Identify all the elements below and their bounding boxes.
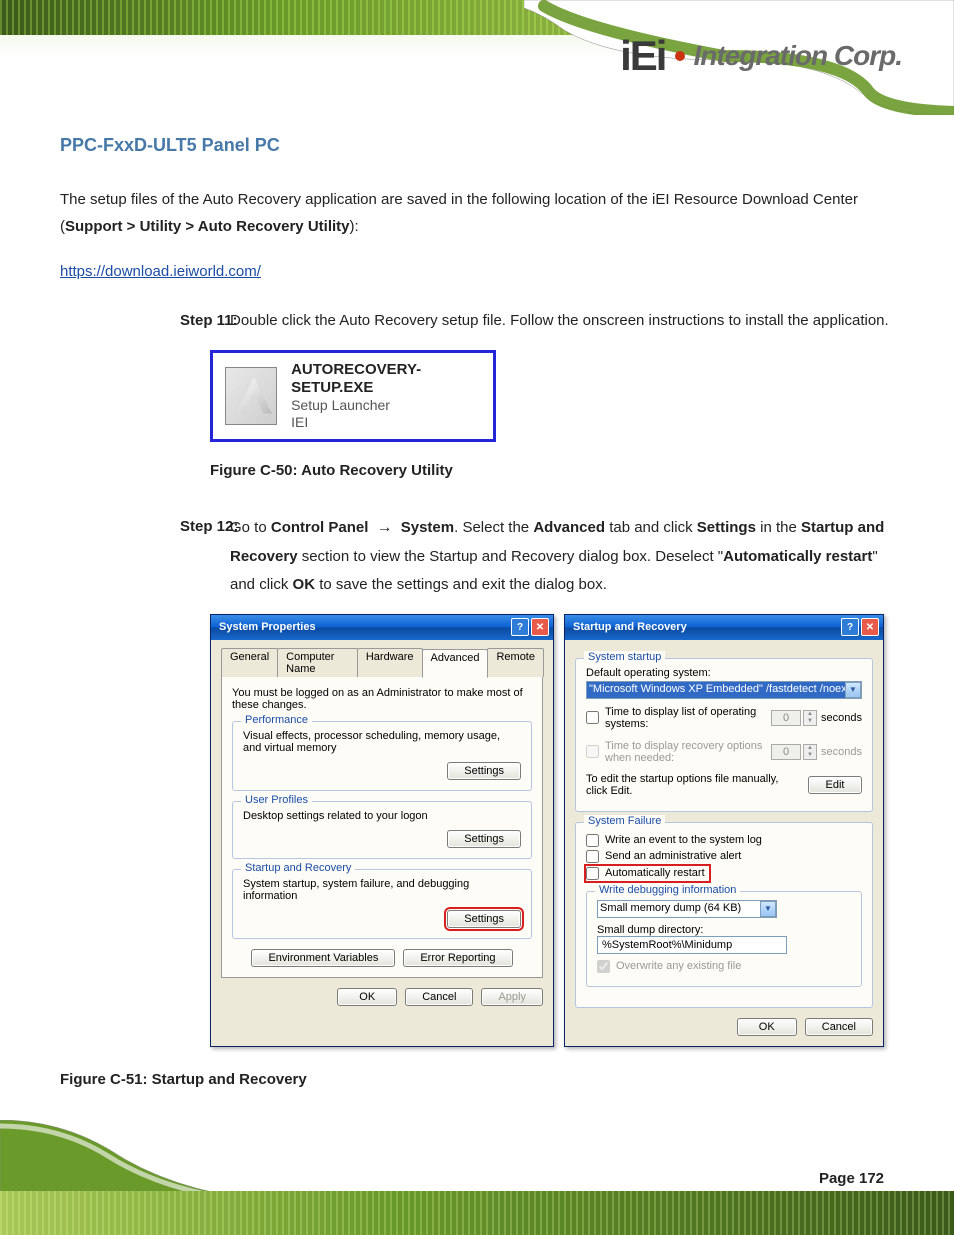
intro-path: Support > Utility > Auto Recovery Utilit… (65, 218, 350, 235)
startup-recovery-group: Startup and Recovery System startup, sys… (232, 869, 532, 939)
system-startup-group: System startup Default operating system:… (575, 658, 873, 812)
startup-titlebar: Startup and Recovery ? ✕ (565, 615, 883, 640)
logo-subtitle: Integration Corp. (693, 40, 902, 72)
page-footer: Page 172 (0, 1120, 954, 1235)
setup-launcher-icon (225, 367, 277, 425)
setup-launcher-item[interactable]: AUTORECOVERY-SETUP.EXE Setup Launcher IE… (210, 350, 496, 442)
performance-group: Performance Visual effects, processor sc… (232, 721, 532, 791)
step-11-number: Step 11: (180, 307, 238, 336)
overwrite-checkbox: Overwrite any existing file (597, 960, 851, 973)
dump-dir-label: Small dump directory: (597, 924, 851, 936)
arrow-icon: → (373, 513, 397, 543)
sysprop-title: System Properties (219, 621, 316, 633)
step-12-number: Step 12: (180, 513, 238, 542)
env-vars-button[interactable]: Environment Variables (251, 949, 395, 967)
user-profiles-legend: User Profiles (241, 794, 312, 806)
dump-dir-input[interactable] (597, 936, 787, 954)
edit-button[interactable]: Edit (808, 776, 862, 794)
time-list-checkbox[interactable]: Time to display list of operating system… (586, 706, 765, 730)
help-icon[interactable]: ? (841, 618, 859, 636)
intro-paragraph: The setup files of the Auto Recovery app… (60, 186, 894, 240)
performance-settings-button[interactable]: Settings (447, 762, 521, 780)
launcher-filename: AUTORECOVERY-SETUP.EXE (291, 361, 481, 397)
logo-dot-icon (675, 51, 685, 61)
edit-line-text: To edit the startup options file manuall… (586, 773, 802, 797)
tab-computer-name[interactable]: Computer Name (277, 648, 358, 677)
download-url: https://download.ieiworld.com/ (60, 258, 894, 285)
performance-legend: Performance (241, 714, 312, 726)
default-os-label: Default operating system: (586, 667, 862, 679)
error-reporting-button[interactable]: Error Reporting (403, 949, 512, 967)
write-debug-legend: Write debugging information (595, 884, 740, 896)
tab-general[interactable]: General (221, 648, 278, 677)
sysprop-ok-button[interactable]: OK (337, 988, 397, 1006)
intro-post: ): (350, 218, 359, 235)
time-recovery-checkbox: Time to display recovery options when ne… (586, 740, 765, 764)
startup-recovery-settings-button[interactable]: Settings (447, 910, 521, 928)
tab-remote[interactable]: Remote (487, 648, 544, 677)
launcher-line3: IEI (291, 414, 481, 431)
startup-recovery-dialog: Startup and Recovery ? ✕ System startup … (564, 614, 884, 1047)
launcher-line2: Setup Launcher (291, 397, 481, 414)
chevron-down-icon[interactable]: ▼ (845, 682, 861, 698)
startup-recovery-text: System startup, system failure, and debu… (243, 878, 521, 902)
sysprop-note: You must be logged on as an Administrato… (232, 687, 532, 711)
time-recovery-spinner: ▲▼ (771, 744, 817, 760)
document-title: PPC-FxxD-ULT5 Panel PC (60, 135, 894, 156)
logo-text: iEi (620, 32, 665, 80)
system-failure-group: System Failure Write an event to the sys… (575, 822, 873, 1008)
logo: iEi Integration Corp. (620, 32, 902, 80)
startup-recovery-legend: Startup and Recovery (241, 862, 355, 874)
close-icon[interactable]: ✕ (531, 618, 549, 636)
user-profiles-group: User Profiles Desktop settings related t… (232, 801, 532, 859)
time-list-spinner[interactable]: ▲▼ (771, 710, 817, 726)
auto-restart-highlight: Automatically restart (586, 866, 709, 881)
page-content: PPC-FxxD-ULT5 Panel PC The setup files o… (0, 115, 954, 1088)
step-11: Step 11: Double click the Auto Recovery … (60, 307, 894, 336)
figure-50: AUTORECOVERY-SETUP.EXE Setup Launcher IE… (210, 350, 894, 479)
send-alert-checkbox[interactable]: Send an administrative alert (586, 850, 862, 863)
auto-restart-checkbox[interactable]: Automatically restart (586, 867, 705, 880)
figure-51-caption: Figure C-51: Startup and Recovery (60, 1071, 894, 1088)
startup-cancel-button[interactable]: Cancel (805, 1018, 873, 1036)
sysprop-tabs: General Computer Name Hardware Advanced … (221, 648, 543, 677)
help-icon[interactable]: ? (511, 618, 529, 636)
system-startup-legend: System startup (584, 651, 665, 663)
footer-green-strip (0, 1191, 954, 1235)
tab-advanced[interactable]: Advanced (422, 649, 489, 678)
startup-title: Startup and Recovery (573, 621, 687, 633)
performance-text: Visual effects, processor scheduling, me… (243, 730, 521, 754)
close-icon[interactable]: ✕ (861, 618, 879, 636)
write-event-checkbox[interactable]: Write an event to the system log (586, 834, 862, 847)
page-number: Page 172 (819, 1170, 884, 1187)
system-failure-legend: System Failure (584, 815, 665, 827)
setup-launcher-text: AUTORECOVERY-SETUP.EXE Setup Launcher IE… (291, 361, 481, 431)
sysprop-apply-button: Apply (481, 988, 543, 1006)
dump-type-select[interactable]: Small memory dump (64 KB) (597, 900, 777, 918)
step-11-text: Double click the Auto Recovery setup fil… (230, 312, 889, 329)
sysprop-titlebar: System Properties ? ✕ (211, 615, 553, 640)
chevron-down-icon[interactable]: ▼ (760, 901, 776, 917)
user-profiles-text: Desktop settings related to your logon (243, 810, 521, 822)
default-os-select[interactable]: "Microsoft Windows XP Embedded" /fastdet… (586, 681, 862, 699)
figure-50-caption: Figure C-50: Auto Recovery Utility (210, 462, 894, 479)
sysprop-cancel-button[interactable]: Cancel (405, 988, 473, 1006)
figure-51: System Properties ? ✕ General Computer N… (210, 614, 894, 1047)
write-debug-group: Write debugging information Small memory… (586, 891, 862, 987)
tab-hardware[interactable]: Hardware (357, 648, 423, 677)
user-profiles-settings-button[interactable]: Settings (447, 830, 521, 848)
startup-ok-button[interactable]: OK (737, 1018, 797, 1036)
step-12: Step 12: Go to Control Panel → System. S… (60, 513, 894, 600)
system-properties-dialog: System Properties ? ✕ General Computer N… (210, 614, 554, 1047)
page-header: iEi Integration Corp. (0, 0, 954, 115)
